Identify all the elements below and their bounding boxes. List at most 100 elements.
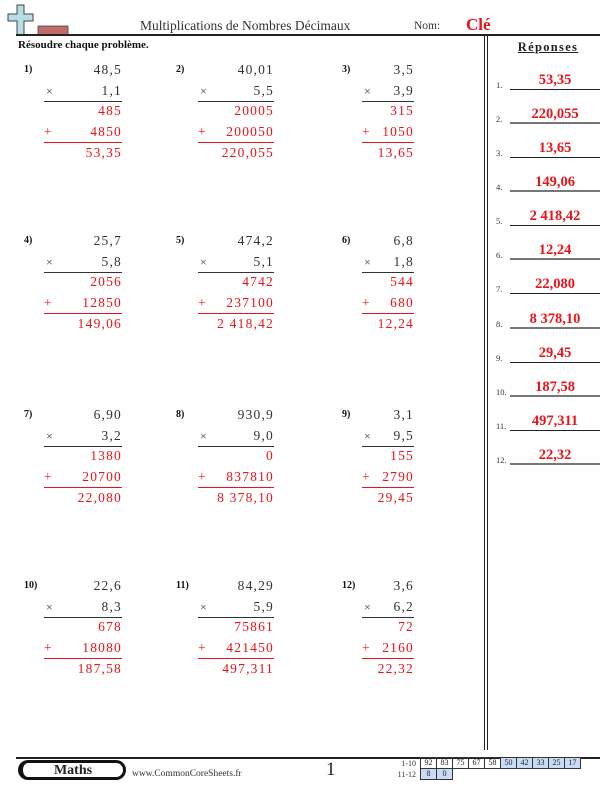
partial-product-2: 4850 (90, 124, 122, 139)
partial-product-2-row: +12850 (44, 295, 122, 314)
answer-number: 6. (496, 250, 503, 260)
plus-icon: + (198, 640, 207, 655)
times-icon: × (200, 600, 207, 614)
problem: 9) 3,1 × 9,5 155 +2790 29,45 (342, 407, 452, 529)
multiplier-row: × 5,1 (198, 254, 274, 273)
problem: 2) 40,01 × 5,5 20005 +200050 220,055 (176, 62, 286, 184)
answer-number: 12. (496, 455, 507, 465)
problem-number: 12) (342, 580, 356, 591)
multiplier: 6,2 (393, 599, 414, 614)
multiplier-row: × 9,5 (362, 428, 414, 447)
score-cell: 42 (516, 757, 533, 769)
times-icon: × (46, 600, 53, 614)
partial-product-1: 1380 (90, 448, 122, 463)
partial-product-2-row: +837810 (198, 469, 274, 488)
answer-blank-line (510, 89, 600, 90)
answer-number: 7. (496, 284, 503, 294)
answer-number: 10. (496, 387, 507, 397)
plus-icon: + (362, 295, 371, 310)
times-icon: × (200, 84, 207, 98)
name-value: Clé (466, 15, 491, 34)
answer-number: 4. (496, 182, 503, 192)
score-cell-empty (469, 769, 485, 780)
multiplicand: 48,5 (93, 62, 122, 77)
answer-number: 9. (496, 353, 503, 363)
product-result: 13,65 (377, 145, 414, 160)
answer-number: 2. (496, 114, 503, 124)
answer-value: 8 378,10 (529, 311, 581, 327)
answer-row: 3. 13,65 (496, 134, 606, 160)
multiplier-row: × 3,2 (44, 428, 122, 447)
partial-product-2-row: +20700 (44, 469, 122, 488)
times-icon: × (200, 429, 207, 443)
plus-icon: + (44, 124, 53, 139)
answer-value: 22,32 (538, 447, 572, 463)
problem-number: 6) (342, 235, 351, 246)
partial-product-1: 0 (266, 448, 274, 463)
product-result: 220,055 (221, 145, 274, 160)
score-cell: 50 (500, 757, 517, 769)
site-link[interactable]: www.CommonCoreSheets.fr (132, 769, 242, 779)
subject-badge: Maths (18, 760, 126, 780)
multiplicand: 3,6 (393, 578, 414, 593)
problem: 1) 48,5 × 1,1 485 +4850 53,35 (24, 62, 134, 184)
problem: 7) 6,90 × 3,2 1380 +20700 22,080 (24, 407, 134, 529)
score-label-row-2: 11-12 (397, 770, 416, 779)
partial-product-2-row: +680 (362, 295, 414, 314)
score-cell: 92 (420, 757, 437, 769)
problem-number: 8) (176, 409, 185, 420)
multiplicand: 930,9 (237, 407, 274, 422)
partial-product-1: 315 (390, 103, 414, 118)
plus-icon: + (198, 124, 207, 139)
product-result: 2 418,42 (217, 316, 274, 331)
answer-row: 2. 220,055 (496, 100, 606, 126)
plus-icon: + (198, 295, 207, 310)
answer-row: 8. 8 378,10 (496, 305, 606, 331)
multiplicand: 3,1 (393, 407, 414, 422)
instructions: Résoudre chaque problème. (18, 39, 149, 51)
answer-row: 9. 29,45 (496, 339, 606, 365)
partial-product-1: 20005 (234, 103, 274, 118)
partial-product-1: 155 (390, 448, 414, 463)
score-cell: 33 (532, 757, 549, 769)
multiplier: 5,1 (253, 254, 274, 269)
plus-icon: + (362, 124, 371, 139)
times-icon: × (46, 429, 53, 443)
partial-product-2: 421450 (226, 640, 274, 655)
multiplicand: 474,2 (237, 233, 274, 248)
times-icon: × (364, 84, 371, 98)
score-cell-empty (501, 769, 517, 780)
score-labels: 1-10 11-12 (392, 758, 416, 780)
answer-value: 12,24 (538, 242, 572, 258)
problem-number: 5) (176, 235, 185, 246)
answer-row: 5. 2 418,42 (496, 202, 606, 228)
partial-product-2-row: +1050 (362, 124, 414, 143)
product-result: 497,311 (222, 661, 274, 676)
problem-number: 4) (24, 235, 33, 246)
product-result: 149,06 (77, 316, 122, 331)
answers-title: Réponses (517, 40, 579, 54)
partial-product-2: 12850 (82, 295, 122, 310)
score-cell: 75 (452, 757, 469, 769)
multiplier: 5,5 (253, 83, 274, 98)
plus-icon: + (362, 640, 371, 655)
problem: 4) 25,7 × 5,8 2056 +12850 149,06 (24, 233, 134, 355)
answer-blank-line (510, 362, 600, 363)
score-cell-empty (517, 769, 533, 780)
partial-product-2: 237100 (226, 295, 274, 310)
plus-icon: + (44, 640, 53, 655)
times-icon: × (364, 600, 371, 614)
problem-number: 10) (24, 580, 38, 591)
name-label: Nom: (414, 20, 441, 32)
times-icon: × (200, 255, 207, 269)
times-icon: × (46, 255, 53, 269)
answer-number: 5. (496, 216, 503, 226)
multiplier: 5,8 (101, 254, 122, 269)
score-table: 92 83 75 67 58 50 42 33 25 17 8 0 (420, 757, 581, 780)
score-cell-empty (485, 769, 501, 780)
multiplier-row: × 5,8 (44, 254, 122, 273)
partial-product-2-row: +2790 (362, 469, 414, 488)
score-cell: 58 (484, 757, 501, 769)
answer-number: 3. (496, 148, 503, 158)
multiplier: 5,9 (253, 599, 274, 614)
